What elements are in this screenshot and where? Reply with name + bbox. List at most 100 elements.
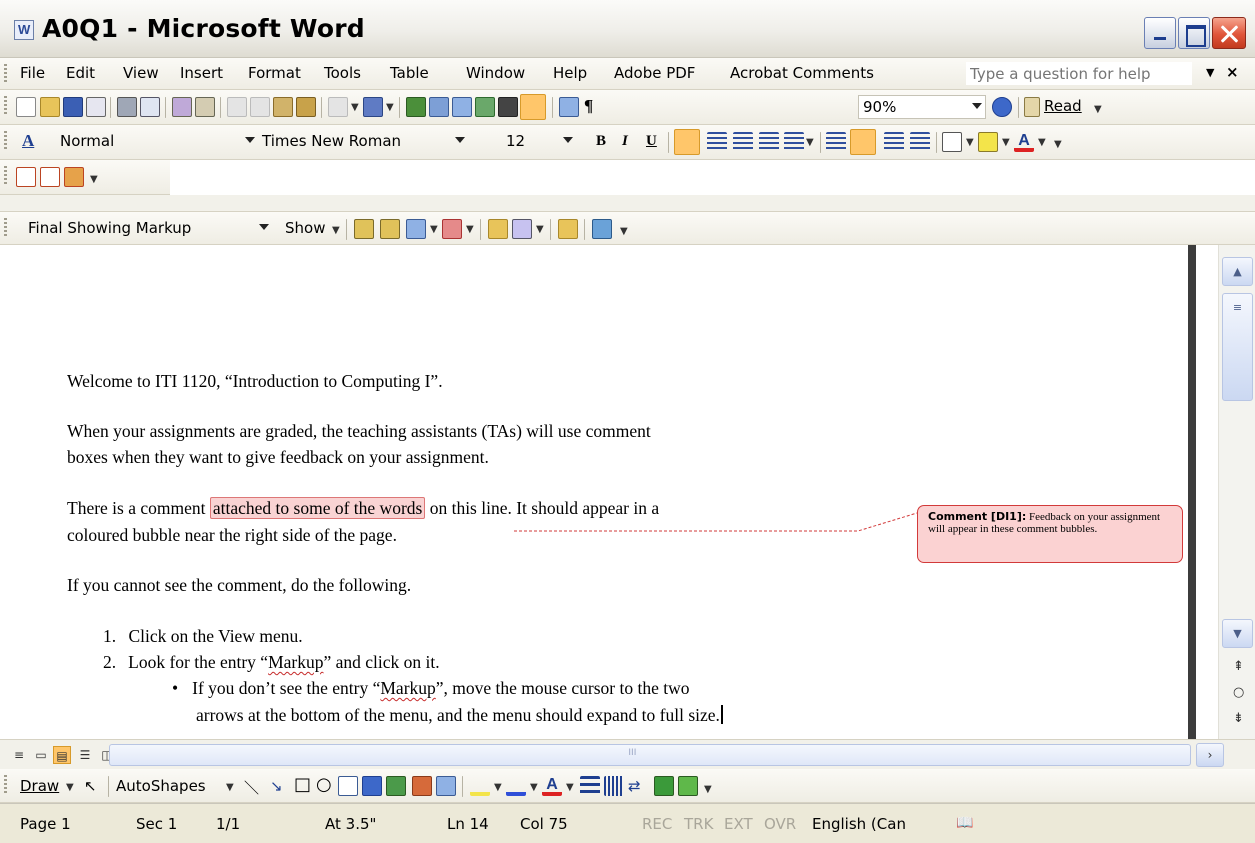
menu-help[interactable]: Help [553,64,587,82]
menu-insert[interactable]: Insert [180,64,223,82]
menu-window[interactable]: Window [466,64,525,82]
chevron-down-icon[interactable]: ▼ [66,782,74,793]
menu-file[interactable]: File [20,64,45,82]
misspelled-word[interactable]: Markup [268,652,323,672]
chevron-down-icon[interactable]: ▼ [430,224,438,235]
paste-icon[interactable] [273,97,293,117]
autoshapes-menu-button[interactable]: AutoShapes [116,777,206,795]
show-hide-formatting-icon[interactable]: ¶ [584,96,604,116]
status-record-macro[interactable]: REC [642,815,672,833]
menu-table[interactable]: Table [390,64,429,82]
reviewing-pane-icon[interactable] [558,219,578,239]
read-icon[interactable] [1024,97,1040,117]
comment-balloon[interactable]: Comment [DI1]: Feedback on your assignme… [917,505,1183,563]
justify-icon[interactable] [759,132,779,152]
scroll-up-button[interactable]: ▲ [1222,257,1253,286]
wordart-icon[interactable] [362,776,382,796]
outline-view-icon[interactable]: ☰ [76,746,94,764]
style-select[interactable]: Normal [22,130,258,154]
scroll-thumb[interactable]: ≡ [1222,293,1253,401]
align-left-button[interactable] [674,129,700,155]
menu-edit[interactable]: Edit [66,64,95,82]
research-icon[interactable] [195,97,215,117]
copy-icon[interactable] [250,97,270,117]
web-layout-view-icon[interactable]: ▭ [32,746,50,764]
dash-style-icon[interactable] [604,776,624,796]
line-icon[interactable]: ＼ [244,777,259,798]
chevron-down-icon[interactable]: ▼ [536,224,544,235]
text-box-icon[interactable] [338,776,358,796]
print-layout-view-icon[interactable]: ▤ [53,746,71,764]
diagram-icon[interactable] [386,776,406,796]
save-icon[interactable] [63,97,83,117]
insert-table-icon[interactable] [452,97,472,117]
align-center-icon[interactable] [707,132,727,152]
bullets-button[interactable] [850,129,876,155]
previous-change-icon[interactable] [354,219,374,239]
zoom-select[interactable]: 90% [858,95,986,119]
toolbar-grip[interactable] [4,64,7,82]
menu-adobe-pdf[interactable]: Adobe PDF [614,64,695,82]
display-for-review-select[interactable]: Final Showing Markup [22,217,272,241]
hyperlink-icon[interactable] [406,97,426,117]
line-style-icon[interactable] [580,776,600,796]
toolbar-grip[interactable] [4,166,7,184]
toolbar-grip[interactable] [4,131,7,149]
clip-art-icon[interactable] [412,776,432,796]
help-search-input[interactable] [966,62,1192,85]
maximize-button[interactable] [1178,17,1210,49]
convert-and-email-icon[interactable] [40,167,60,187]
close-window-button[interactable] [1212,17,1246,49]
open-folder-icon[interactable] [40,97,60,117]
print-preview-icon[interactable] [140,97,160,117]
chevron-down-icon[interactable]: ▼ [1002,137,1010,148]
word-document-icon[interactable] [14,20,34,40]
next-page-icon[interactable]: ⇟ [1233,711,1244,726]
menu-tools[interactable]: Tools [324,64,361,82]
print-icon[interactable] [117,97,137,117]
status-track-changes[interactable]: TRK [684,815,713,833]
toolbar-grip[interactable] [4,775,7,793]
new-document-icon[interactable] [16,97,36,117]
chevron-down-icon[interactable]: ▼ [351,102,359,113]
chevron-down-icon[interactable]: ▼ [226,782,234,793]
spelling-icon[interactable] [172,97,192,117]
menu-view[interactable]: View [123,64,159,82]
status-extend-selection[interactable]: EXT [724,815,753,833]
permission-icon[interactable] [86,97,106,117]
increase-indent-icon[interactable] [910,132,930,152]
toolbar-grip[interactable] [4,96,7,114]
format-painter-icon[interactable] [296,97,316,117]
vertical-scrollbar[interactable]: ▲ ≡ ▼ ⇞ ○ ⇟ [1218,245,1255,739]
chevron-down-icon[interactable]: ▼ [1206,66,1214,79]
track-changes-icon[interactable] [512,219,532,239]
chevron-down-icon[interactable]: ▼ [530,782,538,793]
chevron-down-icon[interactable]: ▼ [1038,137,1046,148]
chevron-down-icon[interactable]: ▼ [494,782,502,793]
horizontal-scroll-thumb[interactable] [109,744,1191,766]
previous-page-icon[interactable]: ⇞ [1233,659,1244,674]
drawing-icon[interactable] [520,94,546,120]
scroll-down-button[interactable]: ▼ [1222,619,1253,648]
italic-button[interactable]: I [622,133,628,150]
cut-icon[interactable] [227,97,247,117]
menu-acrobat-comments[interactable]: Acrobat Comments [730,64,874,82]
chevron-down-icon[interactable]: ▼ [566,782,574,793]
3d-style-icon[interactable] [678,776,698,796]
insert-excel-icon[interactable] [475,97,495,117]
reject-change-icon[interactable] [442,219,462,239]
line-spacing-icon[interactable] [784,132,804,152]
convert-to-pdf-icon[interactable] [16,167,36,187]
font-color-icon[interactable]: A [1014,132,1034,152]
toolbar-options-icon[interactable]: ▼ [1094,104,1102,115]
menu-format[interactable]: Format [248,64,301,82]
align-right-icon[interactable] [733,132,753,152]
line-color-icon[interactable] [506,776,526,796]
chevron-down-icon[interactable]: ▼ [966,137,974,148]
highlight-icon[interactable] [978,132,998,152]
next-change-icon[interactable] [380,219,400,239]
read-button[interactable]: Read [1044,97,1082,115]
tables-borders-icon[interactable] [429,97,449,117]
convert-and-review-icon[interactable] [64,167,84,187]
insert-comment-icon[interactable] [488,219,508,239]
